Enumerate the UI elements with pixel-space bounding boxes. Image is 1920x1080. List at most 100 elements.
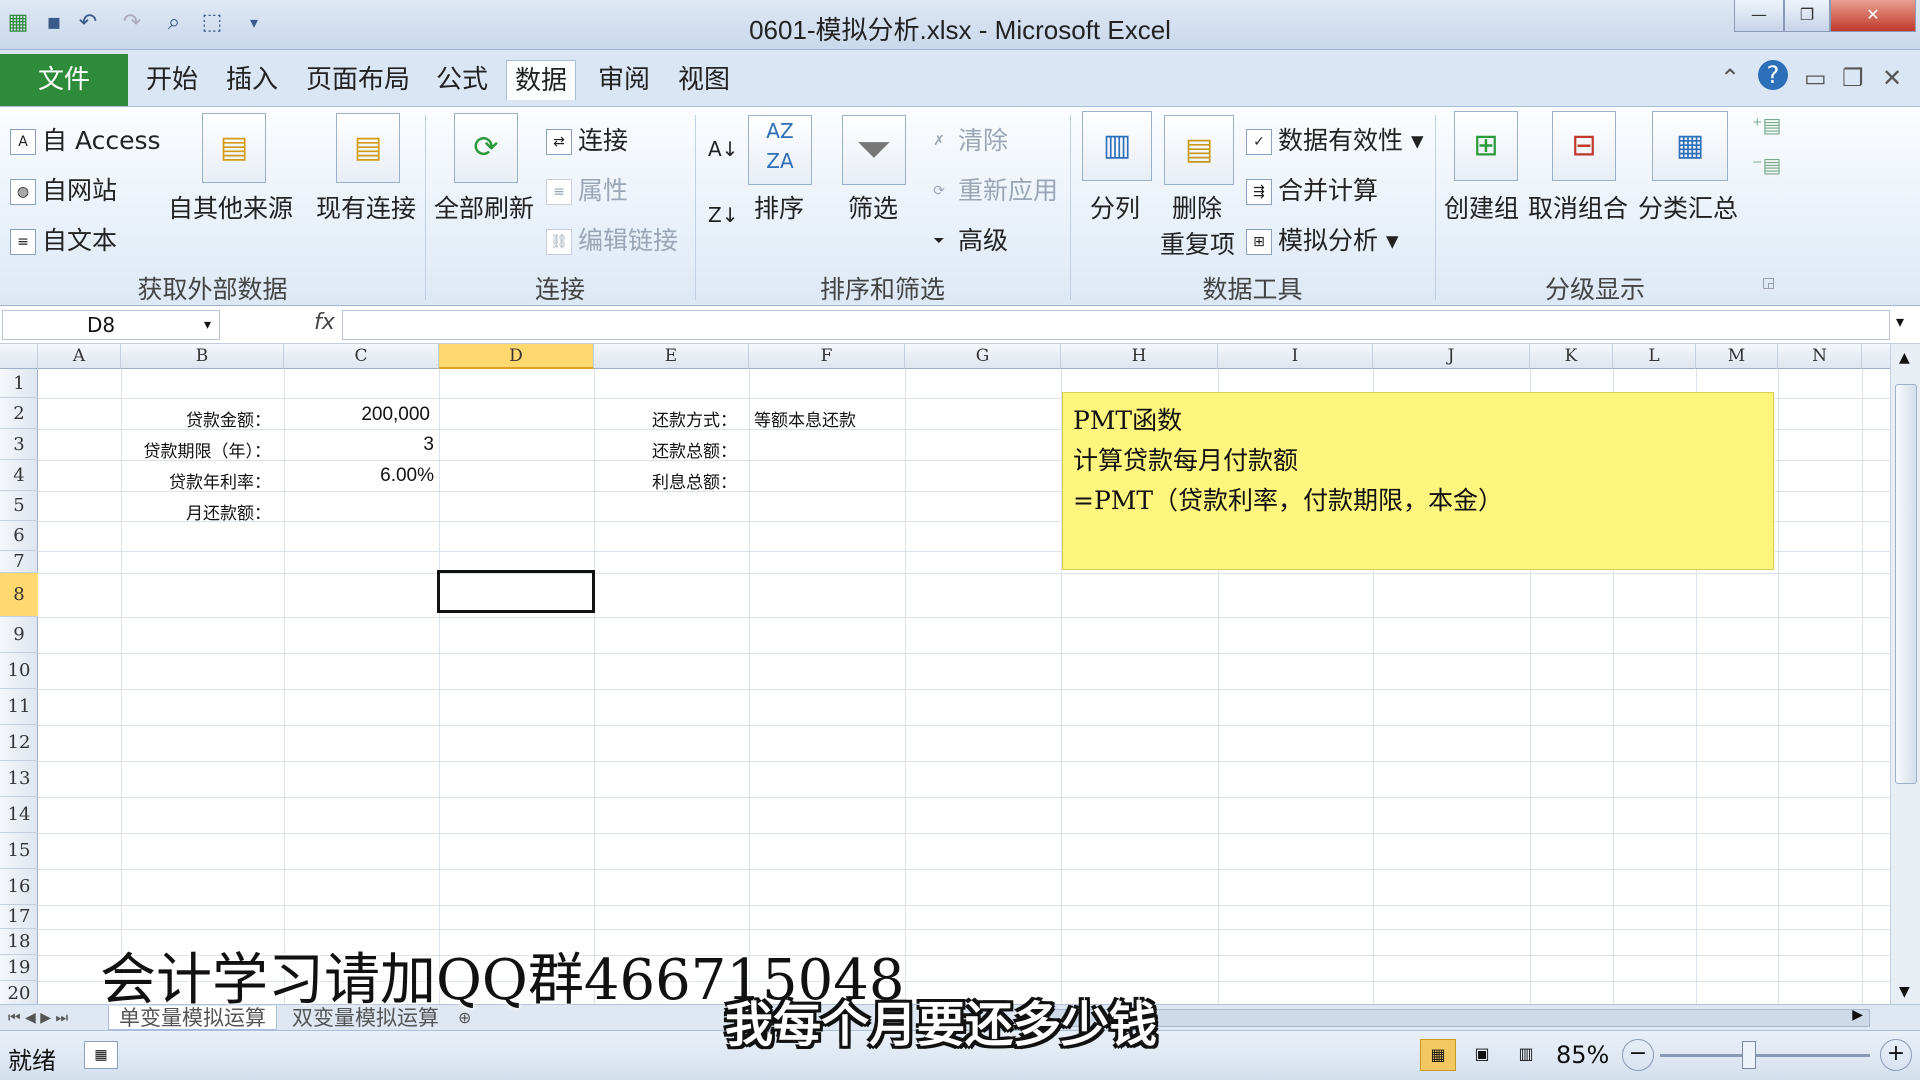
from-access-button[interactable]: A自 Access bbox=[10, 121, 161, 157]
cell-E3[interactable]: 还款总额： bbox=[594, 437, 737, 462]
what-if-analysis-button[interactable]: ⊞ 模拟分析 ▾ bbox=[1246, 221, 1399, 257]
tab-data[interactable]: 数据 bbox=[506, 60, 577, 100]
workbook-close-icon[interactable]: ✕ bbox=[1882, 64, 1902, 92]
sort-desc-icon[interactable]: Z↓ bbox=[708, 203, 738, 227]
refresh-all-button[interactable]: 全部刷新 bbox=[434, 189, 534, 225]
row-header[interactable]: 3 bbox=[0, 429, 38, 460]
column-header[interactable]: K bbox=[1530, 344, 1613, 369]
insert-function-icon[interactable]: fx bbox=[314, 310, 335, 335]
vertical-scroll-thumb[interactable] bbox=[1895, 384, 1917, 784]
remove-duplicates-label-2[interactable]: 重复项 bbox=[1160, 225, 1235, 261]
tab-view[interactable]: 视图 bbox=[670, 60, 738, 100]
row-header[interactable]: 1 bbox=[0, 369, 38, 398]
zoom-level[interactable]: 85% bbox=[1556, 1041, 1609, 1069]
column-header[interactable]: F bbox=[749, 344, 905, 369]
column-header[interactable]: B bbox=[121, 344, 284, 369]
row-header[interactable]: 2 bbox=[0, 398, 38, 429]
column-header[interactable]: I bbox=[1218, 344, 1373, 369]
tab-insert[interactable]: 插入 bbox=[218, 60, 286, 100]
outline-dialog-launcher-icon[interactable]: ◲ bbox=[1762, 275, 1775, 291]
expand-formula-icon[interactable]: ▾ bbox=[1896, 312, 1904, 331]
zoom-in-icon[interactable]: + bbox=[1880, 1039, 1912, 1071]
filter-button[interactable]: 筛选 bbox=[848, 189, 898, 225]
clear-filter-button[interactable]: ✗ 清除 bbox=[926, 121, 1008, 157]
sheet-nav-arrows-icon[interactable]: ⏮ ◀ ▶ ⏭ bbox=[8, 1006, 68, 1030]
row-header[interactable]: 11 bbox=[0, 689, 38, 725]
tab-review[interactable]: 审阅 bbox=[590, 60, 658, 100]
properties-button[interactable]: ≡ 属性 bbox=[546, 171, 628, 207]
column-header-selected[interactable]: D bbox=[439, 344, 594, 369]
group-button[interactable]: 创建组 bbox=[1444, 189, 1519, 225]
sort-asc-icon[interactable]: A↓ bbox=[708, 137, 738, 161]
column-header[interactable]: C bbox=[284, 344, 439, 369]
subtotal-button[interactable]: 分类汇总 bbox=[1638, 189, 1738, 225]
scroll-right-icon[interactable]: ▶ bbox=[1852, 1007, 1863, 1023]
vertical-scrollbar[interactable]: ▲ ▼ bbox=[1890, 344, 1920, 1010]
row-header[interactable]: 12 bbox=[0, 725, 38, 761]
data-validation-button[interactable]: ✓ 数据有效性 ▾ bbox=[1246, 121, 1424, 157]
ungroup-button[interactable]: 取消组合 bbox=[1528, 189, 1628, 225]
tab-home[interactable]: 开始 bbox=[138, 60, 206, 100]
macro-record-icon[interactable]: ▦ bbox=[84, 1041, 118, 1069]
formula-input[interactable] bbox=[342, 310, 1890, 340]
workbook-restore-icon[interactable]: ❐ bbox=[1842, 64, 1864, 92]
cell-C2[interactable]: 200,000 bbox=[284, 404, 430, 426]
column-header[interactable]: E bbox=[594, 344, 749, 369]
text-to-columns-button[interactable]: 分列 bbox=[1090, 189, 1140, 225]
row-header[interactable]: 6 bbox=[0, 521, 38, 551]
name-box-dropdown-icon[interactable]: ▾ bbox=[204, 311, 211, 339]
remove-duplicates-button[interactable]: 删除 bbox=[1172, 189, 1222, 225]
row-header[interactable]: 5 bbox=[0, 491, 38, 521]
page-layout-view-icon[interactable]: ▣ bbox=[1464, 1039, 1500, 1071]
name-box[interactable]: D8 ▾ bbox=[2, 310, 220, 340]
cell-B3[interactable]: 贷款期限（年）： bbox=[121, 437, 272, 462]
row-header[interactable]: 17 bbox=[0, 905, 38, 929]
row-header[interactable]: 9 bbox=[0, 617, 38, 653]
cell-F2[interactable]: 等额本息还款 bbox=[754, 406, 856, 431]
cell-B2[interactable]: 贷款金额： bbox=[121, 406, 271, 431]
column-header[interactable]: A bbox=[38, 344, 121, 369]
zoom-slider-track[interactable] bbox=[1660, 1054, 1870, 1057]
page-break-view-icon[interactable]: ▥ bbox=[1508, 1039, 1544, 1071]
minimize-button[interactable]: — bbox=[1734, 0, 1784, 32]
tab-formulas[interactable]: 公式 bbox=[428, 60, 496, 100]
zoom-out-icon[interactable]: − bbox=[1622, 1039, 1654, 1071]
column-header[interactable]: H bbox=[1061, 344, 1218, 369]
help-icon[interactable]: ? bbox=[1758, 60, 1788, 90]
row-header[interactable]: 13 bbox=[0, 761, 38, 797]
row-header[interactable]: 14 bbox=[0, 797, 38, 833]
row-header[interactable]: 10 bbox=[0, 653, 38, 689]
connections-button[interactable]: ⇄ 连接 bbox=[546, 121, 628, 157]
edit-links-button[interactable]: ⛓ 编辑链接 bbox=[546, 221, 678, 257]
cell-C3[interactable]: 3 bbox=[284, 434, 434, 456]
show-detail-icon[interactable]: ⁺▤ bbox=[1752, 113, 1781, 137]
restore-button[interactable]: ❐ bbox=[1784, 0, 1830, 32]
sort-button[interactable]: 排序 bbox=[754, 189, 804, 225]
from-web-button[interactable]: ◍ 自网站 bbox=[10, 171, 117, 207]
column-header[interactable]: G bbox=[905, 344, 1061, 369]
cell-B4[interactable]: 贷款年利率： bbox=[121, 468, 271, 493]
cell-E4[interactable]: 利息总额： bbox=[594, 468, 737, 493]
from-text-button[interactable]: ≡ 自文本 bbox=[10, 221, 117, 257]
column-header[interactable]: M bbox=[1696, 344, 1778, 369]
row-header[interactable]: 16 bbox=[0, 869, 38, 905]
reapply-button[interactable]: ⟳ 重新应用 bbox=[926, 171, 1058, 207]
advanced-filter-button[interactable]: ⏷ 高级 bbox=[926, 221, 1008, 257]
column-header[interactable]: N bbox=[1778, 344, 1862, 369]
active-cell-D8[interactable] bbox=[437, 570, 595, 613]
row-header[interactable]: 19 bbox=[0, 955, 38, 981]
normal-view-icon[interactable]: ▦ bbox=[1420, 1039, 1456, 1071]
zoom-slider-thumb[interactable] bbox=[1742, 1041, 1756, 1069]
existing-connections-button[interactable]: 现有连接 bbox=[316, 189, 416, 225]
cell-E2[interactable]: 还款方式： bbox=[594, 406, 737, 431]
minimize-ribbon-icon[interactable]: ⌃ bbox=[1720, 64, 1740, 92]
scroll-up-icon[interactable]: ▲ bbox=[1899, 350, 1910, 366]
row-header[interactable]: 4 bbox=[0, 460, 38, 491]
row-header[interactable]: 15 bbox=[0, 833, 38, 869]
consolidate-button[interactable]: ⇶ 合并计算 bbox=[1246, 171, 1378, 207]
close-button[interactable]: ✕ bbox=[1830, 0, 1916, 32]
row-header-selected[interactable]: 8 bbox=[0, 573, 38, 617]
tab-page-layout[interactable]: 页面布局 bbox=[298, 60, 418, 100]
cell-C4[interactable]: 6.00% bbox=[284, 465, 434, 487]
row-header[interactable]: 7 bbox=[0, 551, 38, 573]
